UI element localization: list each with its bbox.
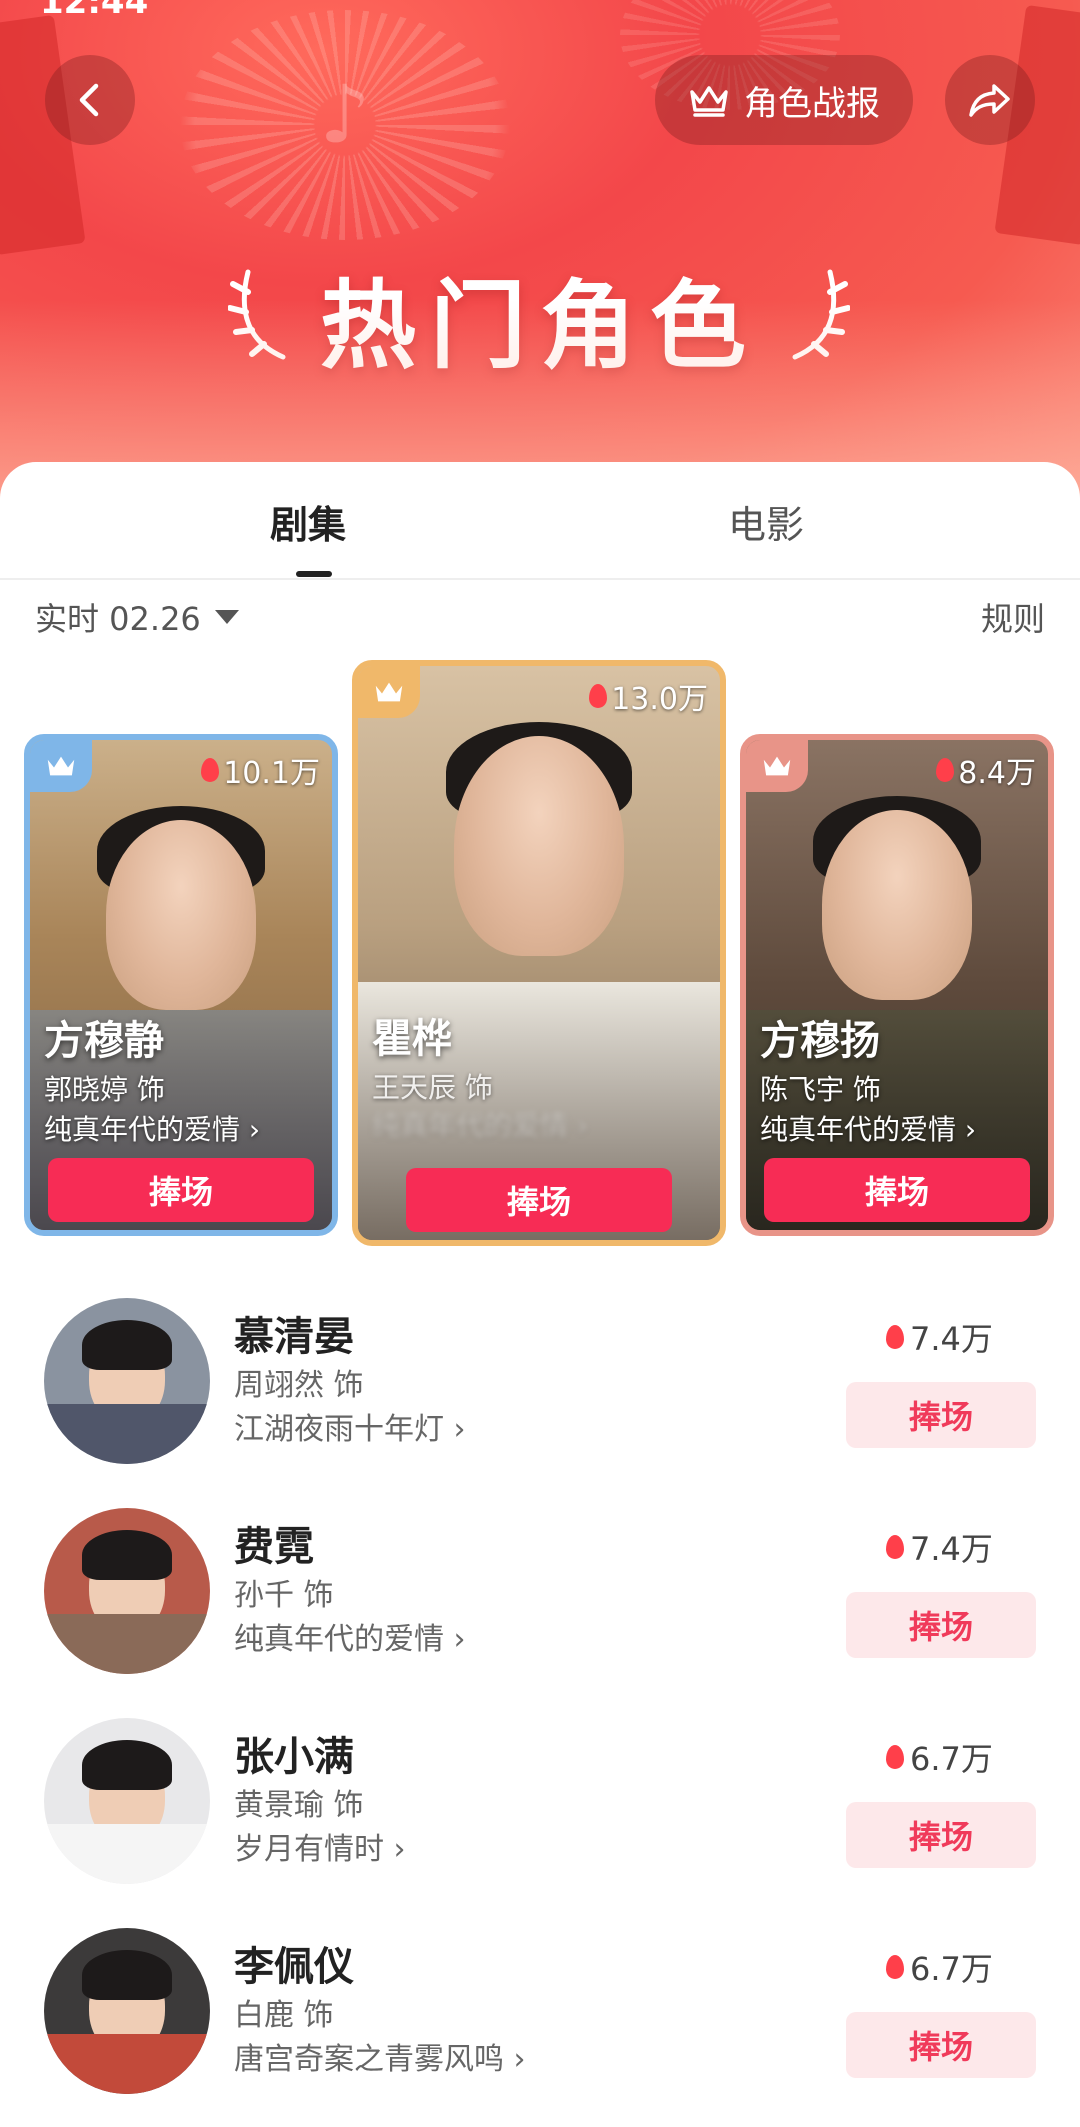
list-item[interactable]: 费霓 孙千 饰 纯真年代的爱情 › 7.4万 捧场 (0, 1508, 1080, 1708)
content-panel: 剧集 电影 实时 02.26 规则 10.1万 方穆静 郭晓婷 饰 纯真年代的爱… (0, 462, 1080, 2127)
flame-icon (886, 1955, 904, 1979)
avatar-hair (82, 1530, 172, 1580)
crown-icon (375, 682, 403, 702)
actor-name: 王天辰 饰 (372, 1071, 493, 1104)
list-item[interactable]: 张小满 黄景瑜 饰 岁月有情时 › 6.7万 捧场 (0, 1718, 1080, 1918)
laurel-right-icon (792, 269, 850, 360)
top-card-rank-3[interactable]: 8.4万 方穆扬 陈飞宇 饰 纯真年代的爱情 › 捧场 (740, 734, 1054, 1236)
crown-icon (47, 756, 75, 776)
avatar (44, 1298, 210, 1464)
avatar-hair (82, 1740, 172, 1790)
show-link[interactable]: 唐宫奇案之青雾风鸣 › (234, 2034, 526, 2078)
back-arrow-icon (79, 83, 99, 117)
heat-count: 6.7万 (886, 1734, 993, 1780)
share-arrow-icon (969, 84, 1010, 117)
cheer-button[interactable]: 捧场 (846, 2012, 1036, 2078)
flame-icon (886, 1325, 904, 1349)
avatar (44, 1928, 210, 2094)
active-tab-indicator (296, 571, 332, 577)
show-link[interactable]: 纯真年代的爱情 › (44, 1108, 260, 1148)
avatar-hair (82, 1950, 172, 2000)
avatar-hair (82, 1320, 172, 1370)
heat-value: 10.1万 (223, 756, 320, 791)
character-name: 瞿桦 (372, 1016, 452, 1062)
heat-count: 7.4万 (886, 1524, 993, 1570)
category-tabs: 剧集 电影 (0, 462, 1080, 580)
show-link[interactable]: 江湖夜雨十年灯 › (234, 1404, 466, 1448)
avatar-body (44, 1404, 210, 1464)
flame-icon (886, 1535, 904, 1559)
role-report-button[interactable]: 角色战报 (655, 55, 913, 145)
actor-name: 周翊然 饰 (234, 1368, 364, 1403)
character-portrait (106, 820, 256, 1010)
flame-icon (936, 758, 955, 782)
show-link[interactable]: 纯真年代的爱情 › (760, 1108, 976, 1148)
cheer-button[interactable]: 捧场 (406, 1168, 672, 1232)
avatar (44, 1718, 210, 1884)
character-name: 费霓 (234, 1524, 314, 1570)
character-portrait (454, 736, 624, 956)
tab-movie[interactable]: 电影 (728, 494, 804, 549)
heat-value: 7.4万 (910, 1320, 993, 1358)
heat-count: 7.4万 (886, 1314, 993, 1360)
show-link[interactable]: 岁月有情时 › (234, 1824, 406, 1868)
avatar-body (44, 1824, 210, 1884)
cheer-button[interactable]: 捧场 (48, 1158, 314, 1222)
rank-badge (30, 740, 92, 792)
heat-value: 6.7万 (910, 1740, 993, 1778)
avatar-body (44, 2034, 210, 2094)
heat-count: 6.7万 (886, 1944, 993, 1990)
heat-count: 13.0万 (589, 674, 708, 718)
character-name: 李佩仪 (234, 1944, 354, 1990)
page-title: 热门角色 (320, 270, 760, 382)
actor-name: 白鹿 饰 (234, 1998, 334, 2033)
tab-series[interactable]: 剧集 (270, 494, 346, 549)
actor-name: 陈飞宇 饰 (760, 1073, 881, 1106)
avatar-body (44, 1614, 210, 1674)
actor-name: 黄景瑜 饰 (234, 1788, 364, 1823)
character-name: 张小满 (234, 1734, 354, 1780)
heat-value: 8.4万 (958, 756, 1036, 791)
cheer-button[interactable]: 捧场 (846, 1802, 1036, 1868)
crown-icon (763, 756, 791, 776)
heat-count: 8.4万 (936, 748, 1036, 792)
status-time: 12:44 (40, 0, 149, 22)
caret-down-icon (214, 610, 239, 624)
rank-badge (358, 666, 420, 718)
heat-count: 10.1万 (201, 748, 320, 792)
share-button[interactable] (945, 55, 1035, 145)
top-card-rank-2[interactable]: 10.1万 方穆静 郭晓婷 饰 纯真年代的爱情 › 捧场 (24, 734, 338, 1236)
list-item[interactable]: 李佩仪 白鹿 饰 唐宫奇案之青雾风鸣 › 6.7万 捧场 (0, 1928, 1080, 2127)
cheer-button[interactable]: 捧场 (764, 1158, 1030, 1222)
cheer-button[interactable]: 捧场 (846, 1592, 1036, 1658)
list-item[interactable]: 慕清晏 周翊然 饰 江湖夜雨十年灯 › 7.4万 捧场 (0, 1298, 1080, 1498)
top-card-rank-1[interactable]: 13.0万 瞿桦 王天辰 饰 纯真年代的爱情 › 捧场 (352, 660, 726, 1246)
date-filter-dropdown[interactable]: 实时 02.26 (35, 594, 239, 640)
character-name: 方穆静 (44, 1018, 164, 1064)
douyin-logo-icon: ♪ (319, 68, 371, 161)
rules-link[interactable]: 规则 (981, 594, 1045, 640)
character-portrait (822, 810, 972, 1000)
back-button[interactable] (45, 55, 135, 145)
heat-value: 6.7万 (910, 1950, 993, 1988)
flame-icon (589, 684, 608, 708)
cheer-button[interactable]: 捧场 (846, 1382, 1036, 1448)
character-name: 方穆扬 (760, 1018, 880, 1064)
show-link[interactable]: 纯真年代的爱情 › (234, 1614, 466, 1658)
rank-badge (746, 740, 808, 792)
role-report-label: 角色战报 (744, 83, 880, 124)
actor-name: 郭晓婷 饰 (44, 1073, 165, 1106)
crown-icon (690, 86, 728, 117)
show-link[interactable]: 纯真年代的爱情 › (372, 1104, 588, 1144)
date-filter-label: 实时 02.26 (35, 600, 201, 638)
heat-value: 7.4万 (910, 1530, 993, 1568)
actor-name: 孙千 饰 (234, 1578, 334, 1613)
flame-icon (201, 758, 220, 782)
heat-value: 13.0万 (611, 682, 708, 717)
avatar (44, 1508, 210, 1674)
character-name: 慕清晏 (234, 1314, 354, 1360)
hero-header: ♪ 12:44 角色战报 热门角色 (0, 0, 1080, 520)
flame-icon (886, 1745, 904, 1769)
